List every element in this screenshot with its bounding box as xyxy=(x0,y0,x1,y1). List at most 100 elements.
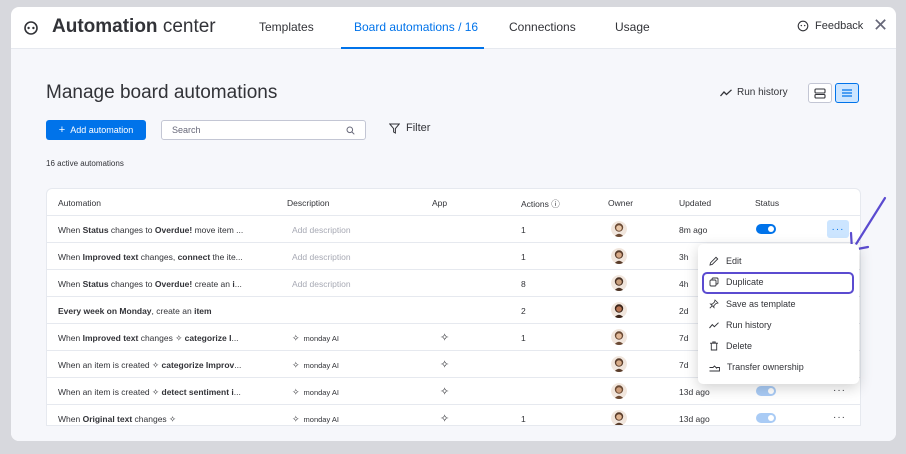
updated-time: 3h xyxy=(679,252,689,262)
automation-name: When Status changes to Overdue! create a… xyxy=(58,279,242,289)
avatar xyxy=(611,410,627,425)
add-automation-label: Add automation xyxy=(70,125,134,135)
add-description-field[interactable]: Add description xyxy=(292,252,351,262)
row-menu-button[interactable]: ··· xyxy=(827,220,849,238)
avatar xyxy=(611,275,627,291)
updated-time: 4h xyxy=(679,279,689,289)
run-history-button[interactable]: Run history xyxy=(720,87,788,98)
tab-usage[interactable]: Usage xyxy=(615,20,650,34)
tab-board-automations[interactable]: Board automations / 16 xyxy=(354,20,478,34)
actions-count: 1 xyxy=(521,333,526,343)
avatar xyxy=(611,248,627,264)
actions-count: 1 xyxy=(521,414,526,424)
col-automation: Automation xyxy=(58,198,101,208)
card-view-icon xyxy=(814,87,826,99)
ai-sparkle-icon: ✧ xyxy=(292,387,300,397)
app-title-bold: Automation xyxy=(52,16,158,37)
run-history-label: Run history xyxy=(737,87,788,98)
close-icon[interactable]: ✕ xyxy=(873,15,888,36)
description-ai-tag: ✧ monday AI xyxy=(292,387,339,398)
search-input[interactable]: Search xyxy=(161,120,366,140)
ai-label: monday AI xyxy=(303,334,339,343)
ai-sparkle-icon: ✧ xyxy=(292,360,300,370)
menu-item-save-as-template[interactable]: Save as template xyxy=(709,299,796,309)
col-owner: Owner xyxy=(608,198,634,208)
ai-sparkle-icon: ✧ xyxy=(440,359,450,371)
description-ai-tag: ✧ monday AI xyxy=(292,414,339,425)
ai-sparkle-icon: ✧ xyxy=(440,386,450,398)
col-app: App xyxy=(432,198,448,208)
feedback-label: Feedback xyxy=(815,20,864,32)
updated-time: 7d xyxy=(679,360,689,370)
updated-time: 8m ago xyxy=(679,225,708,235)
actions-count: 2 xyxy=(521,306,526,316)
menu-item-delete-label: Delete xyxy=(726,341,753,351)
automation-name: Every week on Monday, create an item xyxy=(58,306,212,316)
run-history-icon xyxy=(720,88,732,96)
tab-connections[interactable]: Connections xyxy=(509,20,576,34)
automation-center-window: Automation center Templates Board automa… xyxy=(11,7,896,441)
edit-icon xyxy=(709,256,719,266)
ai-label: monday AI xyxy=(303,415,339,424)
add-automation-button[interactable]: + Add automation xyxy=(46,120,146,140)
menu-item-save-as-template-label: Save as template xyxy=(726,299,796,309)
menu-item-duplicate[interactable]: Duplicate xyxy=(709,277,764,287)
ai-sparkle-icon: ✧ xyxy=(292,333,300,343)
list-view-button[interactable] xyxy=(835,83,859,103)
table-row[interactable]: When Original text changes ✧ ✧ monday AI ✧ 1… xyxy=(47,405,860,425)
monday-logo-icon xyxy=(24,21,38,35)
table-row[interactable]: When Status changes to Overdue! move ite… xyxy=(47,216,860,243)
avatar xyxy=(611,302,627,318)
page-title: Manage board automations xyxy=(46,82,278,103)
feedback-button[interactable]: Feedback xyxy=(797,20,863,32)
menu-item-duplicate-label: Duplicate xyxy=(726,277,764,287)
menu-item-transfer-ownership-label: Transfer ownership xyxy=(727,362,804,372)
ai-label: monday AI xyxy=(303,361,339,370)
ai-sparkle-icon: ✧ xyxy=(440,332,450,344)
automation-name: When an item is created ✧ detect sentime… xyxy=(58,387,241,397)
updated-time: 13d ago xyxy=(679,414,710,424)
menu-item-run-history-label: Run history xyxy=(726,320,772,330)
col-status: Status xyxy=(755,198,780,208)
add-description-field[interactable]: Add description xyxy=(292,279,351,289)
automation-name: When Original text changes ✧ xyxy=(58,414,177,424)
tab-templates[interactable]: Templates xyxy=(259,20,314,34)
automation-name: When Improved text changes, connect the … xyxy=(58,252,243,262)
automation-name: When an item is created ✧ categorize Imp… xyxy=(58,360,242,370)
card-view-button[interactable] xyxy=(808,83,832,103)
automation-name: When Status changes to Overdue! move ite… xyxy=(58,225,244,235)
transfer-icon xyxy=(709,364,720,371)
actions-count: 8 xyxy=(521,279,526,289)
avatar xyxy=(611,356,627,372)
row-menu-button[interactable]: ··· xyxy=(833,386,846,396)
row-actions-menu: Edit Duplicate Save as template Run hist… xyxy=(698,244,859,384)
duplicate-icon xyxy=(709,277,719,287)
run-history-icon xyxy=(709,321,719,328)
menu-item-edit[interactable]: Edit xyxy=(709,256,742,266)
filter-button[interactable]: Filter xyxy=(389,122,430,134)
menu-item-run-history[interactable]: Run history xyxy=(709,320,772,330)
avatar xyxy=(611,221,627,237)
status-toggle[interactable] xyxy=(756,224,776,234)
description-ai-tag: ✧ monday AI xyxy=(292,360,339,371)
view-toggle xyxy=(808,83,861,103)
updated-time: 7d xyxy=(679,333,689,343)
actions-count: 1 xyxy=(521,252,526,262)
filter-icon xyxy=(389,123,400,134)
ai-label: monday AI xyxy=(303,388,339,397)
list-view-icon xyxy=(842,89,852,97)
col-description: Description xyxy=(287,198,330,208)
table-header: Automation Description App Actions ⓘ Own… xyxy=(47,189,860,216)
ai-sparkle-icon: ✧ xyxy=(292,414,300,424)
plus-icon: + xyxy=(58,124,66,136)
add-description-field[interactable]: Add description xyxy=(292,225,351,235)
feedback-icon xyxy=(797,20,809,32)
status-toggle[interactable] xyxy=(756,413,776,423)
menu-item-transfer-ownership[interactable]: Transfer ownership xyxy=(709,362,804,372)
avatar xyxy=(611,329,627,345)
app-title: Automation center xyxy=(52,16,216,38)
updated-time: 13d ago xyxy=(679,387,710,397)
status-toggle[interactable] xyxy=(756,386,776,396)
menu-item-delete[interactable]: Delete xyxy=(709,341,752,351)
row-menu-button[interactable]: ··· xyxy=(833,413,846,423)
